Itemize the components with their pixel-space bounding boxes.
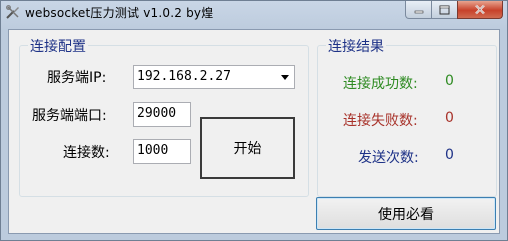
- sent-count: 0: [445, 147, 454, 163]
- connections-input[interactable]: 1000: [133, 139, 191, 164]
- maximize-icon: [439, 5, 450, 14]
- client-area: 连接配置 服务端IP: 192.168.2.27 服务端端口: 29000 连接…: [8, 29, 500, 234]
- close-button[interactable]: [457, 1, 503, 19]
- help-button[interactable]: 使用必看: [316, 197, 496, 230]
- success-count: 0: [445, 73, 454, 89]
- config-group-title: 连接配置: [28, 36, 88, 56]
- start-button[interactable]: 开始: [200, 117, 295, 179]
- minimize-button[interactable]: [405, 1, 432, 19]
- connections-label: 连接数:: [63, 145, 110, 161]
- tools-icon: [6, 5, 19, 19]
- close-icon: [475, 4, 485, 15]
- server-ip-label: 服务端IP:: [47, 70, 107, 86]
- sent-label: 发送次数:: [358, 150, 419, 166]
- server-port-input[interactable]: 29000: [133, 102, 191, 127]
- server-port-label: 服务端端口:: [32, 108, 107, 124]
- config-group: 连接配置 服务端IP: 192.168.2.27 服务端端口: 29000 连接…: [19, 36, 309, 197]
- chevron-down-icon: [281, 75, 289, 80]
- app-window: websocket压力测试 v1.0.2 by煌 连接配置 服务端IP: 192…: [0, 0, 508, 241]
- server-ip-value: 192.168.2.27: [137, 69, 231, 84]
- connections-value: 1000: [137, 143, 169, 158]
- failure-label: 连接失败数:: [343, 113, 418, 129]
- window-title: websocket压力测试 v1.0.2 by煌: [25, 6, 214, 20]
- server-ip-select[interactable]: 192.168.2.27: [133, 65, 295, 89]
- minimize-icon: [414, 10, 423, 13]
- maximize-button[interactable]: [431, 1, 458, 19]
- failure-count: 0: [445, 110, 454, 126]
- server-port-value: 29000: [137, 106, 177, 121]
- title-bar[interactable]: websocket压力测试 v1.0.2 by煌: [1, 1, 507, 25]
- result-group-title: 连接结果: [326, 36, 386, 56]
- success-label: 连接成功数:: [343, 76, 418, 92]
- result-group: 连接结果 连接成功数: 0 连接失败数: 0 发送次数: 0: [317, 36, 497, 197]
